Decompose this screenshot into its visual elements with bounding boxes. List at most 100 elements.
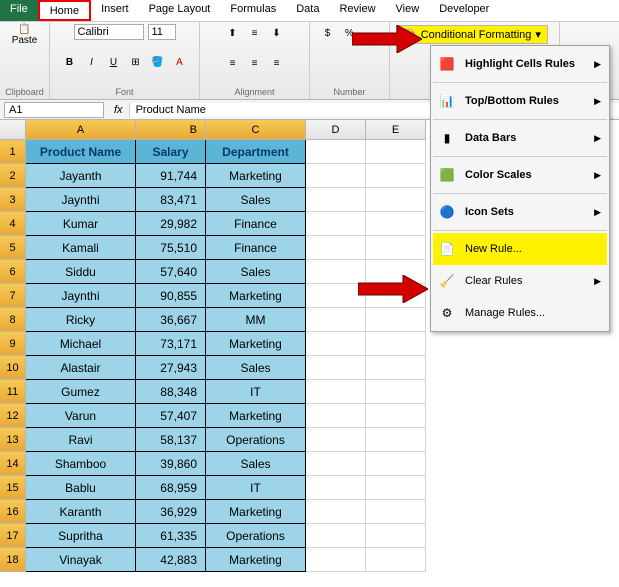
cell-E11[interactable] <box>366 380 426 404</box>
row-header-16[interactable]: 16 <box>0 500 26 524</box>
tab-page-layout[interactable]: Page Layout <box>139 0 221 21</box>
row-header-14[interactable]: 14 <box>0 452 26 476</box>
tab-data[interactable]: Data <box>286 0 329 21</box>
cell-C16[interactable]: Marketing <box>206 500 306 524</box>
cell-D3[interactable] <box>306 188 366 212</box>
row-header-3[interactable]: 3 <box>0 188 26 212</box>
cell-D12[interactable] <box>306 404 366 428</box>
cell-E3[interactable] <box>366 188 426 212</box>
cell-C18[interactable]: Marketing <box>206 548 306 572</box>
cell-B9[interactable]: 73,171 <box>136 332 206 356</box>
cell-B11[interactable]: 88,348 <box>136 380 206 404</box>
cell-C5[interactable]: Finance <box>206 236 306 260</box>
cell-E17[interactable] <box>366 524 426 548</box>
row-header-15[interactable]: 15 <box>0 476 26 500</box>
cell-A15[interactable]: Bablu <box>26 476 136 500</box>
cell-C3[interactable]: Sales <box>206 188 306 212</box>
cell-E10[interactable] <box>366 356 426 380</box>
cell-D13[interactable] <box>306 428 366 452</box>
cell-B7[interactable]: 90,855 <box>136 284 206 308</box>
tab-view[interactable]: View <box>386 0 430 21</box>
cell-C13[interactable]: Operations <box>206 428 306 452</box>
row-header-17[interactable]: 17 <box>0 524 26 548</box>
cell-E13[interactable] <box>366 428 426 452</box>
cell-C8[interactable]: MM <box>206 308 306 332</box>
tab-home[interactable]: Home <box>38 0 91 21</box>
cell-B3[interactable]: 83,471 <box>136 188 206 212</box>
row-header-10[interactable]: 10 <box>0 356 26 380</box>
align-center-button[interactable]: ≡ <box>246 55 264 73</box>
row-header-18[interactable]: 18 <box>0 548 26 572</box>
tab-developer[interactable]: Developer <box>429 0 499 21</box>
paste-button[interactable]: 📋 Paste <box>12 24 38 46</box>
cell-D16[interactable] <box>306 500 366 524</box>
cell-E12[interactable] <box>366 404 426 428</box>
border-button[interactable]: ⊞ <box>127 54 145 72</box>
cell-B13[interactable]: 58,137 <box>136 428 206 452</box>
fill-color-button[interactable]: 🪣 <box>149 54 167 72</box>
cell-B4[interactable]: 29,982 <box>136 212 206 236</box>
align-right-button[interactable]: ≡ <box>268 55 286 73</box>
cell-C7[interactable]: Marketing <box>206 284 306 308</box>
tab-review[interactable]: Review <box>329 0 385 21</box>
cell-A8[interactable]: Ricky <box>26 308 136 332</box>
menu-highlight-cells[interactable]: 🟥Highlight Cells Rules▶ <box>433 48 607 80</box>
cell-A11[interactable]: Gumez <box>26 380 136 404</box>
cell-A17[interactable]: Supritha <box>26 524 136 548</box>
menu-clear-rules[interactable]: 🧹Clear Rules▶ <box>433 265 607 297</box>
cell-B17[interactable]: 61,335 <box>136 524 206 548</box>
cell-C12[interactable]: Marketing <box>206 404 306 428</box>
cell-B1[interactable]: Salary <box>136 140 206 164</box>
name-box[interactable] <box>4 102 104 118</box>
cell-A7[interactable]: Jaynthi <box>26 284 136 308</box>
cell-C1[interactable]: Department <box>206 140 306 164</box>
cell-A3[interactable]: Jaynthi <box>26 188 136 212</box>
col-header-C[interactable]: C <box>206 120 306 140</box>
menu-data-bars[interactable]: ▮Data Bars▶ <box>433 122 607 154</box>
cell-D5[interactable] <box>306 236 366 260</box>
row-header-6[interactable]: 6 <box>0 260 26 284</box>
cell-B8[interactable]: 36,667 <box>136 308 206 332</box>
row-header-11[interactable]: 11 <box>0 380 26 404</box>
cell-D4[interactable] <box>306 212 366 236</box>
cell-C14[interactable]: Sales <box>206 452 306 476</box>
menu-new-rule[interactable]: 📄New Rule... <box>433 233 607 265</box>
cell-E2[interactable] <box>366 164 426 188</box>
cell-B16[interactable]: 36,929 <box>136 500 206 524</box>
tab-formulas[interactable]: Formulas <box>220 0 286 21</box>
row-header-9[interactable]: 9 <box>0 332 26 356</box>
cell-C9[interactable]: Marketing <box>206 332 306 356</box>
cell-B15[interactable]: 68,959 <box>136 476 206 500</box>
row-header-12[interactable]: 12 <box>0 404 26 428</box>
tab-file[interactable]: File <box>0 0 38 21</box>
align-left-button[interactable]: ≡ <box>224 55 242 73</box>
cell-B5[interactable]: 75,510 <box>136 236 206 260</box>
col-header-E[interactable]: E <box>366 120 426 140</box>
cell-E18[interactable] <box>366 548 426 572</box>
cell-D10[interactable] <box>306 356 366 380</box>
menu-top-bottom[interactable]: 📊Top/Bottom Rules▶ <box>433 85 607 117</box>
row-header-2[interactable]: 2 <box>0 164 26 188</box>
cell-D2[interactable] <box>306 164 366 188</box>
cell-D8[interactable] <box>306 308 366 332</box>
select-all-corner[interactable] <box>0 120 26 140</box>
cell-E5[interactable] <box>366 236 426 260</box>
cell-A1[interactable]: Product Name <box>26 140 136 164</box>
cell-A10[interactable]: Alastair <box>26 356 136 380</box>
cell-A5[interactable]: Kamali <box>26 236 136 260</box>
cell-D6[interactable] <box>306 260 366 284</box>
cell-D18[interactable] <box>306 548 366 572</box>
currency-button[interactable]: $ <box>319 24 337 42</box>
cell-D15[interactable] <box>306 476 366 500</box>
cell-B14[interactable]: 39,860 <box>136 452 206 476</box>
col-header-B[interactable]: B <box>136 120 206 140</box>
cell-C6[interactable]: Sales <box>206 260 306 284</box>
cell-A13[interactable]: Ravi <box>26 428 136 452</box>
cell-B10[interactable]: 27,943 <box>136 356 206 380</box>
cell-A12[interactable]: Varun <box>26 404 136 428</box>
cell-B2[interactable]: 91,744 <box>136 164 206 188</box>
cell-D11[interactable] <box>306 380 366 404</box>
col-header-A[interactable]: A <box>26 120 136 140</box>
cell-D1[interactable] <box>306 140 366 164</box>
cell-E14[interactable] <box>366 452 426 476</box>
